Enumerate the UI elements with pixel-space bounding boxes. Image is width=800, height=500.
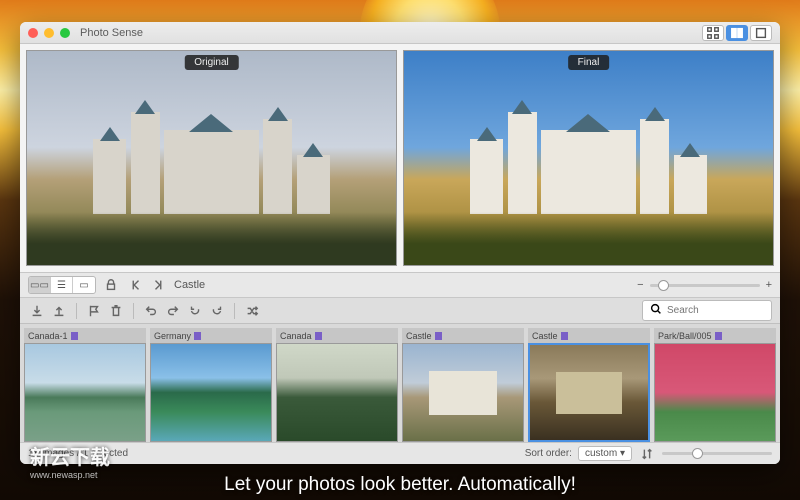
thumbnail-name: Canada	[280, 331, 312, 341]
compare-view: Original Final	[20, 44, 780, 272]
layout-segmented: ▭▭ ☰ ▭	[28, 276, 96, 294]
view-single-button[interactable]	[750, 25, 772, 41]
strip-toolbar	[20, 298, 780, 324]
rotate-right-button[interactable]	[208, 303, 226, 319]
export-button[interactable]	[50, 303, 68, 319]
thumbnail-strip: Canada-1 Germany Canada Castle Castle	[20, 324, 780, 442]
view-mode-switch	[702, 25, 772, 41]
layout-stacked[interactable]: ☰	[51, 277, 73, 293]
layout-sidebyside[interactable]: ▭▭	[29, 277, 51, 293]
layout-single[interactable]: ▭	[73, 277, 95, 293]
sort-direction-button[interactable]	[638, 446, 656, 462]
undo-button[interactable]	[142, 303, 160, 319]
thumbnail-item[interactable]: Castle	[402, 328, 524, 442]
flag-icon	[71, 332, 78, 340]
thumbnail-name: Germany	[154, 331, 191, 341]
thumb-zoom-control	[662, 452, 772, 455]
thumbnail-item[interactable]: Canada	[276, 328, 398, 442]
import-button[interactable]	[28, 303, 46, 319]
zoom-button[interactable]	[60, 28, 70, 38]
main-area: Original Final ▭▭ ☰ ▭	[20, 44, 780, 464]
thumbnail-name: Park/Ball/005	[658, 331, 712, 341]
next-button[interactable]	[150, 277, 168, 293]
rotate-left-button[interactable]	[186, 303, 204, 319]
flag-icon	[561, 332, 568, 340]
close-button[interactable]	[28, 28, 38, 38]
lock-icon[interactable]	[102, 277, 120, 293]
flag-icon	[715, 332, 722, 340]
original-label: Original	[184, 55, 238, 70]
search-icon	[649, 302, 663, 319]
flag-button[interactable]	[85, 303, 103, 319]
sort-label: Sort order:	[525, 448, 572, 459]
titlebar: Photo Sense	[20, 22, 780, 44]
thumbnail-name: Canada-1	[28, 331, 68, 341]
sort-order-select[interactable]: custom ▾	[578, 446, 632, 461]
redo-button[interactable]	[164, 303, 182, 319]
window-controls	[28, 28, 70, 38]
thumbnail-name: Castle	[532, 331, 558, 341]
final-pane[interactable]: Final	[403, 50, 774, 266]
zoom-in-icon[interactable]: +	[766, 279, 772, 291]
thumbnail-item[interactable]: Park/Ball/005	[654, 328, 776, 442]
zoom-slider[interactable]	[650, 284, 760, 287]
thumb-zoom-slider[interactable]	[662, 452, 772, 455]
current-image-name: Castle	[174, 279, 205, 291]
prev-button[interactable]	[126, 277, 144, 293]
search-field[interactable]	[642, 300, 772, 321]
compare-toolbar: ▭▭ ☰ ▭ Castle − +	[20, 272, 780, 298]
thumbnail-item[interactable]: Germany	[150, 328, 272, 442]
thumbnail-item[interactable]: Canada-1	[24, 328, 146, 442]
flag-icon	[315, 332, 322, 340]
app-title: Photo Sense	[80, 27, 143, 39]
view-compare-button[interactable]	[726, 25, 748, 41]
thumbnail-item-selected[interactable]: Castle	[528, 328, 650, 442]
status-bar: 18 images / 1 selected Sort order: custo…	[20, 442, 780, 464]
search-input[interactable]	[667, 305, 765, 316]
tagline: Let your photos look better. Automatical…	[0, 474, 800, 496]
flag-icon	[194, 332, 201, 340]
original-pane[interactable]: Original	[26, 50, 397, 266]
zoom-out-icon[interactable]: −	[637, 279, 643, 291]
view-grid-button[interactable]	[702, 25, 724, 41]
final-label: Final	[568, 55, 610, 70]
thumbnail-name: Castle	[406, 331, 432, 341]
zoom-control: − +	[637, 279, 772, 291]
trash-button[interactable]	[107, 303, 125, 319]
app-window: Photo Sense Original Final	[20, 22, 780, 464]
flag-icon	[435, 332, 442, 340]
minimize-button[interactable]	[44, 28, 54, 38]
shuffle-button[interactable]	[243, 303, 261, 319]
